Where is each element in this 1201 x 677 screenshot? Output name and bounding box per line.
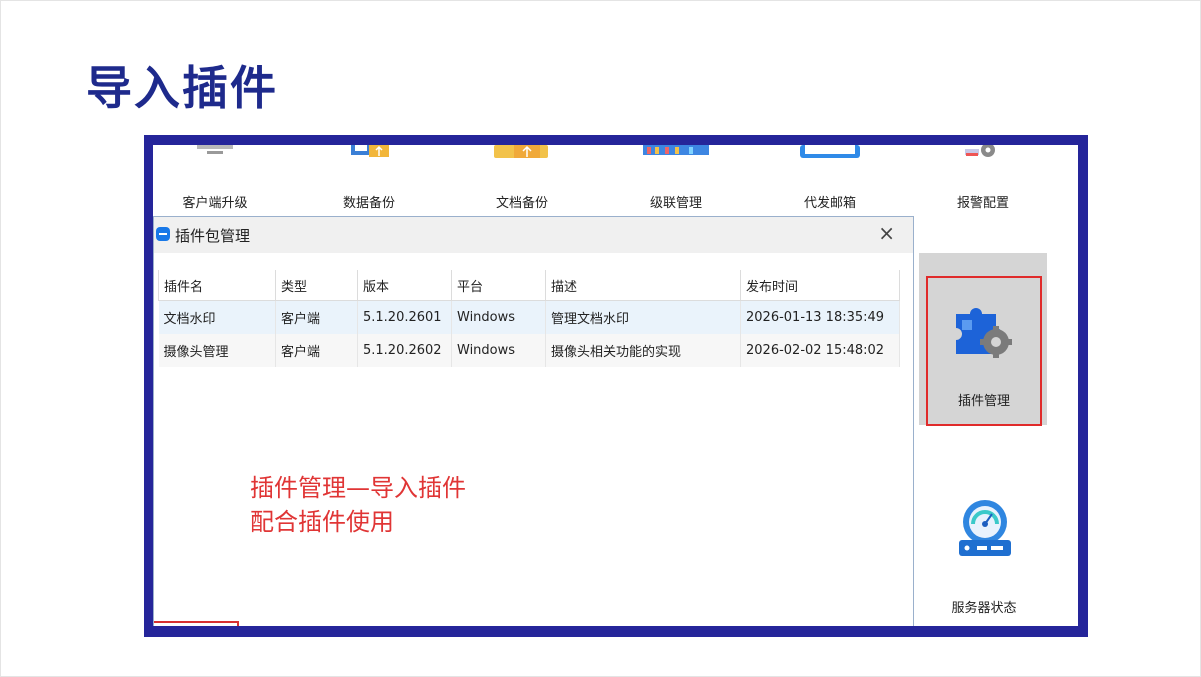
cell-release-time: 2026-02-02 15:48:02 bbox=[740, 334, 900, 367]
table-row[interactable]: 文档水印 客户端 5.1.20.2601 Windows 管理文档水印 2026… bbox=[158, 300, 900, 334]
screenshot-frame: 客户端升级 数据备份 文档备份 级联管理 代发邮箱 报警配置 插件管理 服务器状… bbox=[144, 135, 1088, 637]
app-logo-icon bbox=[156, 227, 170, 241]
slide-title: 导入插件 bbox=[86, 61, 278, 115]
cell-type: 客户端 bbox=[275, 300, 358, 334]
cascade-icon bbox=[643, 145, 709, 155]
data-backup-icon bbox=[351, 145, 389, 157]
toolbar-label: 级联管理 bbox=[649, 196, 702, 211]
toolbar-item-client-upgrade[interactable]: 客户端升级 bbox=[155, 145, 275, 221]
toolbar-item-alarm-config[interactable]: 报警配置 bbox=[923, 145, 1043, 221]
cell-version: 5.1.20.2602 bbox=[357, 334, 452, 367]
cell-description: 摄像头相关功能的实现 bbox=[545, 334, 741, 367]
plugin-management-label: 插件管理 bbox=[957, 394, 1010, 409]
app-screen: 客户端升级 数据备份 文档备份 级联管理 代发邮箱 报警配置 插件管理 服务器状… bbox=[153, 145, 1078, 626]
server-status-label[interactable]: 服务器状态 bbox=[927, 597, 1041, 616]
toolbar-item-mailbox[interactable]: 代发邮箱 bbox=[770, 145, 890, 221]
puzzle-gear-icon bbox=[956, 308, 1012, 358]
toolbar-item-data-backup[interactable]: 数据备份 bbox=[309, 145, 429, 221]
toolbar-label: 数据备份 bbox=[342, 196, 395, 211]
table-row[interactable]: 摄像头管理 客户端 5.1.20.2602 Windows 摄像头相关功能的实现… bbox=[158, 334, 900, 367]
col-header-name[interactable]: 插件名 bbox=[158, 270, 276, 301]
folder-backup-icon bbox=[494, 145, 548, 158]
cell-description: 管理文档水印 bbox=[545, 300, 741, 334]
table-header-row: 插件名 类型 版本 平台 描述 发布时间 bbox=[158, 270, 900, 301]
toolbar-item-cascade[interactable]: 级联管理 bbox=[616, 145, 736, 221]
cell-platform: Windows bbox=[451, 334, 546, 367]
cell-name: 摄像头管理 bbox=[158, 334, 276, 367]
highlight-marker bbox=[154, 621, 239, 626]
alarm-config-icon bbox=[965, 145, 995, 157]
toolbar-label: 文档备份 bbox=[495, 196, 548, 211]
cell-name: 文档水印 bbox=[158, 300, 276, 334]
annotation-line-1: 插件管理—导入插件 bbox=[250, 474, 466, 502]
col-header-platform[interactable]: 平台 bbox=[451, 270, 546, 301]
mailbox-icon bbox=[800, 145, 860, 158]
annotation-text: 插件管理—导入插件 配合插件使用 bbox=[250, 471, 466, 539]
server-status-icon bbox=[959, 500, 1011, 556]
plugin-table: 插件名 类型 版本 平台 描述 发布时间 文档水印 客户端 5.1.20.260… bbox=[158, 270, 900, 367]
col-header-release-time[interactable]: 发布时间 bbox=[740, 270, 900, 301]
close-icon[interactable]: × bbox=[878, 221, 895, 245]
toolbar-label: 代发邮箱 bbox=[803, 196, 856, 211]
cell-platform: Windows bbox=[451, 300, 546, 334]
cell-release-time: 2026-01-13 18:35:49 bbox=[740, 300, 900, 334]
plugin-management-button[interactable]: 插件管理 bbox=[926, 276, 1042, 426]
dialog-titlebar: 插件包管理 × bbox=[154, 217, 913, 253]
cell-type: 客户端 bbox=[275, 334, 358, 367]
col-header-type[interactable]: 类型 bbox=[275, 270, 358, 301]
plugin-package-dialog: 插件包管理 × 插件名 类型 版本 平台 描述 发布时间 文档水印 客户端 5.… bbox=[153, 216, 914, 626]
toolbar-item-doc-backup[interactable]: 文档备份 bbox=[462, 145, 582, 221]
toolbar-label: 报警配置 bbox=[956, 196, 1009, 211]
col-header-version[interactable]: 版本 bbox=[357, 270, 452, 301]
col-header-description[interactable]: 描述 bbox=[545, 270, 741, 301]
cell-version: 5.1.20.2601 bbox=[357, 300, 452, 334]
dialog-title: 插件包管理 bbox=[175, 227, 251, 245]
annotation-line-2: 配合插件使用 bbox=[250, 508, 394, 536]
monitor-icon bbox=[197, 145, 233, 154]
toolbar-label: 客户端升级 bbox=[182, 196, 248, 211]
